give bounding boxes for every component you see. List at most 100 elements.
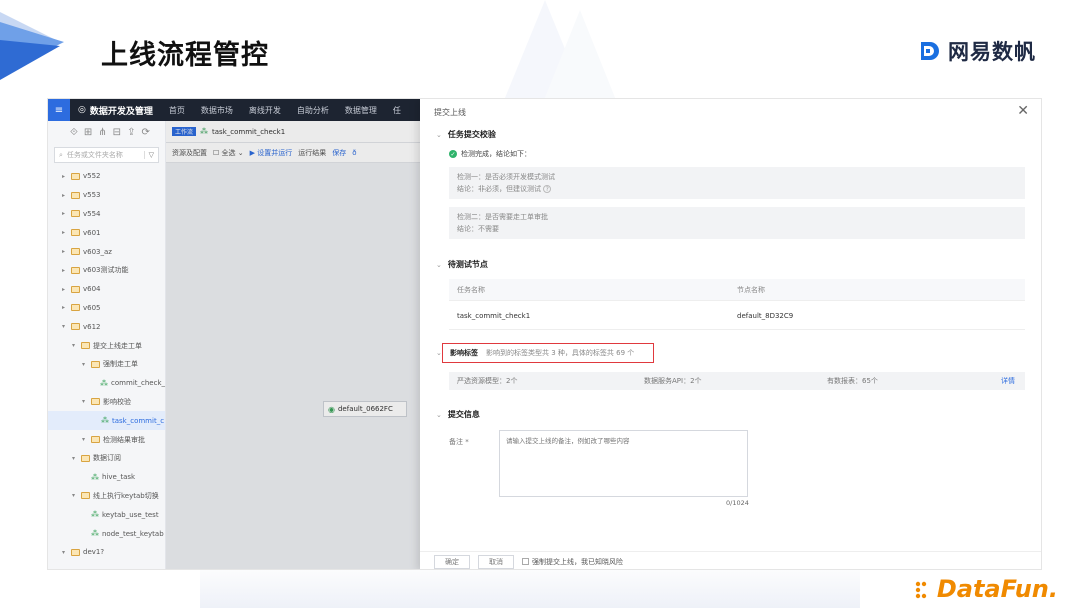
check-status-text: 检测完成，结论如下： — [461, 150, 531, 158]
app-screenshot: ≡ ◎ 数据开发及管理 首页 数据市场 离线开发 自助分析 数据管理 任 ⟐ ⊞… — [47, 98, 1042, 570]
folder-icon — [71, 323, 80, 331]
column-task-name: 任务名称 — [457, 285, 485, 294]
org-icon[interactable]: ⋔ — [98, 127, 106, 138]
folder-icon — [71, 285, 80, 293]
tree-item[interactable]: ⁂ task_commit_c — [48, 411, 165, 431]
folder-icon — [91, 436, 100, 444]
tree-item[interactable]: ▸ v603_az — [48, 242, 165, 261]
folder-icon — [91, 398, 100, 406]
check-item-1: 检测一：是否必须开发模式测试 结论：非必须，但建议测试 ? — [449, 167, 1025, 199]
caret-down-icon: ▾ — [72, 342, 76, 350]
tree-item[interactable]: ▸ v601 — [48, 223, 165, 242]
tree-item[interactable]: ▾ 提交上线走工单 — [48, 336, 165, 355]
tree-item-label: 强制走工单 — [103, 360, 138, 369]
tree-item[interactable]: ⁂ node_test_keytab — [48, 524, 165, 543]
drawer-title: 提交上线 — [434, 108, 466, 117]
app-name: 数据开发及管理 — [89, 106, 153, 117]
tree-item[interactable]: ▾ 线上执行keytab切换 — [48, 487, 165, 506]
check-success-icon: ✓ — [449, 150, 457, 158]
section-test-nodes[interactable]: ⌄ 待测试节点 — [436, 259, 488, 270]
sidebar-toolbar: ⟐ ⊞ ⋔ ⊟ ⇪ ⟳ — [48, 121, 165, 143]
collapse-chevron-icon[interactable]: ⌄ — [436, 349, 442, 357]
check2-result: 结论：不需要 — [457, 225, 499, 233]
tree-item[interactable]: ▾ dev1? — [48, 543, 165, 562]
new-task-icon[interactable]: ⟐ — [70, 127, 78, 138]
tree-item-label: dev1? — [83, 548, 105, 557]
tree-item[interactable]: ▾ 数据订阅 — [48, 449, 165, 468]
upload-icon[interactable]: ⇪ — [127, 127, 135, 138]
overlay-shade — [166, 121, 420, 569]
close-icon[interactable]: ✕ — [1017, 103, 1029, 119]
section-submit-info[interactable]: ⌄ 提交信息 — [436, 409, 480, 420]
tree-item[interactable]: ▸ v552 — [48, 167, 165, 186]
folder-icon — [71, 248, 80, 256]
nav-item-market[interactable]: 数据市场 — [193, 105, 241, 116]
tree-item[interactable]: ⁂ keytab_use_test — [48, 505, 165, 524]
workflow-editor: 工作流 ⁂ task_commit_check1 资源及配置 ☐ 全选 ⌄ ▶ … — [166, 121, 420, 569]
tree-item[interactable]: ⁂ commit_check_ — [48, 374, 165, 393]
tree-item-label: 提交上线走工单 — [93, 341, 142, 350]
top-navigation: ≡ ◎ 数据开发及管理 首页 数据市场 离线开发 自助分析 数据管理 任 — [48, 99, 420, 121]
folder-icon — [81, 492, 90, 500]
filter-icon[interactable]: ▽ — [143, 151, 154, 159]
nav-item-home[interactable]: 首页 — [161, 105, 193, 116]
nav-item-offline-dev[interactable]: 离线开发 — [241, 105, 289, 116]
confirm-button[interactable]: 确定 — [434, 554, 470, 569]
menu-icon[interactable]: ≡ — [48, 99, 70, 121]
table-row: task_commit_check1 default_8D32C9 — [449, 302, 1025, 330]
task-tree: ▸ v552 ▸ v553 ▸ v554 ▸ v601 ▸ v603_az ▸ v603测试功能 ▸ v6… — [48, 167, 165, 562]
caret-right-icon: ▸ — [62, 172, 66, 180]
tree-item[interactable]: ▾ 检测结果审批 — [48, 430, 165, 449]
tree-item-label: v603测试功能 — [83, 266, 129, 275]
folder-icon — [71, 304, 80, 312]
column-node-name: 节点名称 — [737, 285, 765, 294]
tree-item[interactable]: ▸ v605 — [48, 299, 165, 318]
check1-result-line: 结论：非必须，但建议测试 ? — [457, 183, 1017, 195]
checkbox-box[interactable] — [522, 558, 529, 565]
nav-item-data-manage[interactable]: 数据管理 — [337, 105, 385, 116]
tree-item[interactable]: ▸ v604 — [48, 280, 165, 299]
folder-icon — [71, 548, 80, 556]
caret-down-icon: ▾ — [82, 360, 86, 368]
tree-item-label: commit_check_ — [111, 379, 165, 388]
remark-textarea[interactable] — [499, 430, 748, 497]
folder-icon — [71, 191, 80, 199]
check1-result: 结论：非必须，但建议测试 — [457, 185, 541, 193]
caret-down-icon: ▾ — [62, 548, 66, 556]
section-task-check[interactable]: ⌄ 任务提交校验 — [436, 129, 496, 140]
task-search-input[interactable]: ⌕ 任务或文件夹名称 ▽ — [54, 147, 159, 163]
tree-item[interactable]: ▾ v612 — [48, 317, 165, 336]
search-placeholder: 任务或文件夹名称 — [66, 151, 123, 159]
nav-item-task[interactable]: 任 — [385, 105, 409, 116]
datafun-logo: DataFun. — [913, 575, 1058, 603]
impact-tags-summary: 影响到的标签类型共 3 种，具体的标签共 69 个 — [486, 349, 635, 357]
force-submit-checkbox[interactable]: 强制提交上线，我已知晓风险 — [522, 557, 623, 567]
tree-item[interactable]: ▸ v554 — [48, 205, 165, 224]
nav-item-self-analysis[interactable]: 自助分析 — [289, 105, 337, 116]
folder-icon — [71, 266, 80, 274]
filter-tree-icon[interactable]: ⊟ — [113, 127, 121, 138]
folder-icon — [91, 360, 100, 368]
caret-down-icon: ▾ — [72, 492, 76, 500]
section-task-check-title: 任务提交校验 — [447, 130, 496, 139]
workflow-icon: ⁂ — [91, 510, 99, 520]
caret-right-icon: ▸ — [62, 266, 66, 274]
tree-item[interactable]: ▾ 影响校验 — [48, 393, 165, 412]
tree-item[interactable]: ⁂ hive_task — [48, 468, 165, 487]
tree-item-label: 数据订阅 — [93, 454, 121, 463]
submit-drawer: 提交上线 ✕ ⌄ 任务提交校验 ✓ 检测完成，结论如下： 检测一：是否必须开发模… — [420, 99, 1041, 569]
netease-shufan-logo-icon — [921, 42, 939, 60]
force-submit-label: 强制提交上线，我已知晓风险 — [532, 557, 623, 566]
collapse-chevron-icon: ⌄ — [436, 130, 442, 139]
tree-item[interactable]: ▸ v603测试功能 — [48, 261, 165, 280]
refresh-icon[interactable]: ⟳ — [141, 127, 149, 138]
detail-link[interactable]: 详情 — [1001, 376, 1015, 386]
tree-item[interactable]: ▾ 强制走工单 — [48, 355, 165, 374]
folder-icon — [81, 454, 90, 462]
info-icon[interactable]: ? — [543, 185, 552, 193]
caret-right-icon: ▸ — [62, 210, 66, 218]
new-folder-icon[interactable]: ⊞ — [84, 127, 92, 138]
caret-down-icon: ▾ — [82, 398, 86, 406]
cancel-button[interactable]: 取消 — [478, 554, 514, 569]
tree-item[interactable]: ▸ v553 — [48, 186, 165, 205]
